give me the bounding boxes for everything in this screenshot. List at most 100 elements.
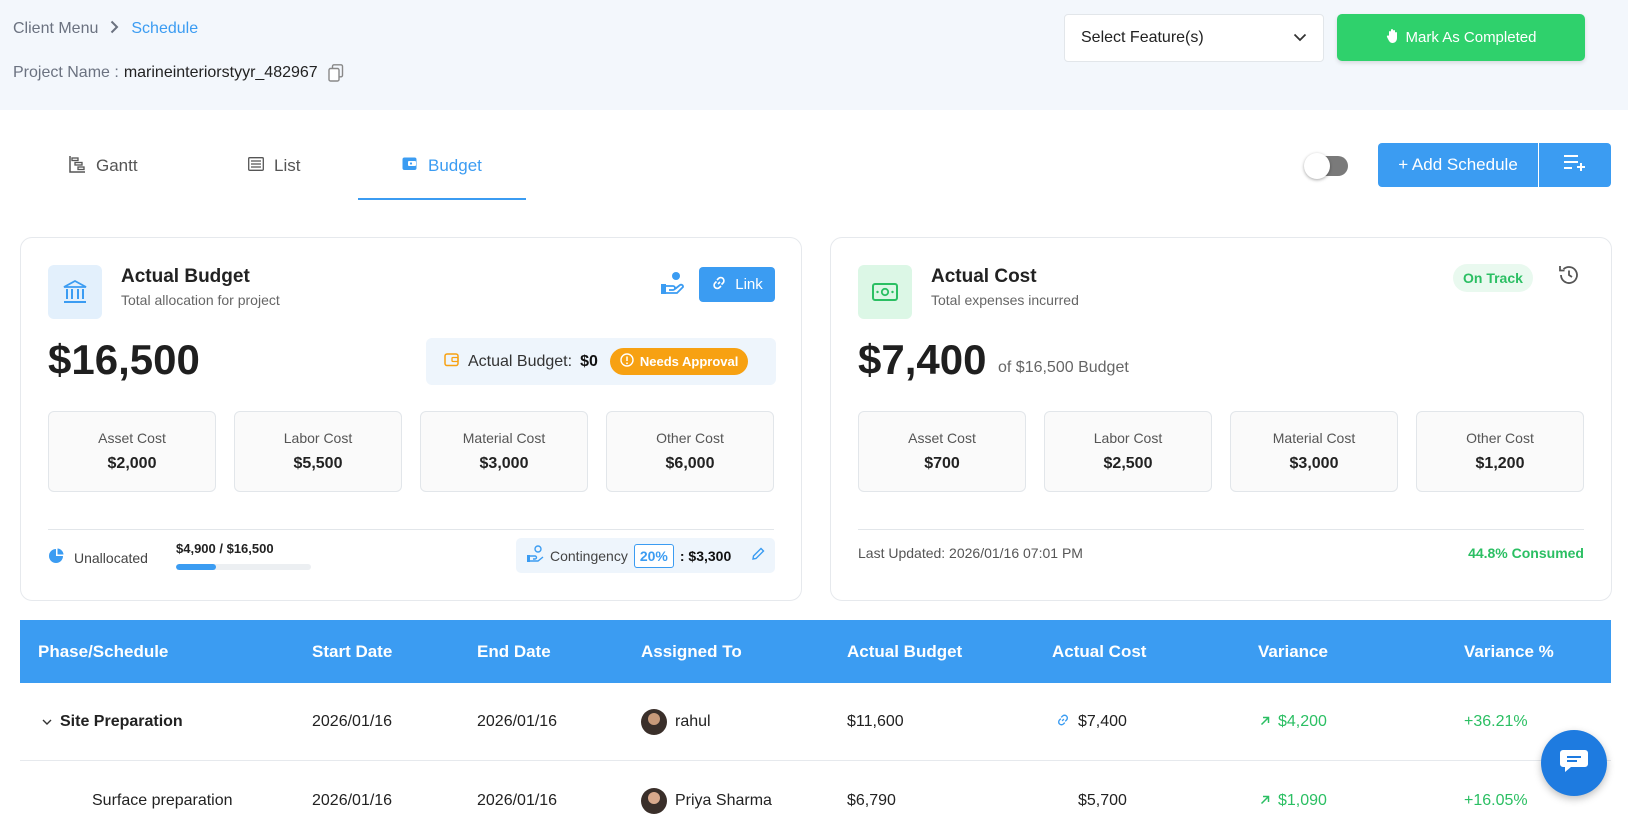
info-icon <box>620 353 634 370</box>
cost-label: Other Cost <box>1466 430 1534 446</box>
status-badge: On Track <box>1453 264 1533 292</box>
breadcrumb-client-menu[interactable]: Client Menu <box>13 20 98 38</box>
copy-icon[interactable] <box>327 64 344 82</box>
add-schedule-button[interactable]: + Add Schedule <box>1378 143 1538 187</box>
start-date-cell: 2026/01/16 <box>312 713 393 730</box>
actual-budget-subtitle: Total allocation for project <box>121 292 280 308</box>
col-variance[interactable]: Variance <box>1258 620 1328 683</box>
phase-name: Surface preparation <box>92 792 233 809</box>
cost-value: $2,500 <box>1103 455 1153 472</box>
actual-labor-cost: Labor Cost $2,500 <box>1044 411 1212 492</box>
cost-value: $5,700 <box>1078 792 1127 809</box>
end-date-cell: 2026/01/16 <box>477 713 558 730</box>
col-actual-cost[interactable]: Actual Cost <box>1052 620 1146 683</box>
toggle-knob <box>1304 153 1330 179</box>
actual-material-cost: Material Cost $3,000 <box>1230 411 1398 492</box>
cost-value: $3,000 <box>479 455 529 472</box>
tab-gantt[interactable]: Gantt <box>68 130 138 202</box>
link-button[interactable]: Link <box>699 267 775 302</box>
tab-list[interactable]: List <box>248 130 300 202</box>
actual-asset-cost: Asset Cost $700 <box>858 411 1026 492</box>
variance-percent-cell: +16.05% <box>1464 792 1528 809</box>
tab-budget[interactable]: Budget <box>402 130 482 202</box>
variance-cell: $4,200 <box>1260 683 1327 761</box>
view-toggle[interactable] <box>1304 153 1348 179</box>
needs-approval-badge[interactable]: Needs Approval <box>609 348 749 375</box>
hand-icon <box>1386 28 1400 48</box>
cost-label: Labor Cost <box>283 430 353 446</box>
mark-as-completed-button[interactable]: Mark As Completed <box>1337 14 1585 61</box>
cost-label: Material Cost <box>462 430 546 446</box>
actual-budget-card: Actual Budget Total allocation for proje… <box>20 237 802 601</box>
cost-label: Other Cost <box>656 430 724 446</box>
variance-percent-cell: +36.21% <box>1464 713 1528 730</box>
table-row[interactable]: Site Preparation 2026/01/16 2026/01/16 r… <box>20 683 1611 761</box>
breadcrumb-schedule[interactable]: Schedule <box>131 20 198 38</box>
breadcrumb: Client Menu Schedule <box>13 20 198 38</box>
col-variance-percent[interactable]: Variance % <box>1464 620 1554 683</box>
budget-table-header: Phase/Schedule Start Date End Date Assig… <box>20 620 1611 683</box>
contingency-percent[interactable]: 20% <box>633 543 674 568</box>
contingency-label: Contingency <box>550 547 628 564</box>
avatar <box>641 709 667 735</box>
pencil-icon[interactable] <box>751 547 765 564</box>
assignee-name: rahul <box>675 713 711 730</box>
col-phase-schedule[interactable]: Phase/Schedule <box>38 620 168 683</box>
add-list-icon <box>1563 154 1587 177</box>
cost-cell: $7,400 <box>1056 683 1127 761</box>
active-tab-indicator <box>358 198 526 200</box>
cost-label: Asset Cost <box>908 430 976 446</box>
col-start-date[interactable]: Start Date <box>312 620 392 683</box>
approval-label: Actual Budget: <box>468 352 573 370</box>
link-icon[interactable] <box>1056 713 1070 732</box>
actual-other-cost: Other Cost $1,200 <box>1416 411 1584 492</box>
col-assigned-to[interactable]: Assigned To <box>641 620 742 683</box>
budget-material-cost: Material Cost $3,000 <box>420 411 588 492</box>
wallet-icon <box>402 156 418 176</box>
budget-asset-cost: Asset Cost $2,000 <box>48 411 216 492</box>
chevron-down-icon <box>1293 29 1307 47</box>
chevron-down-icon[interactable] <box>42 713 52 731</box>
project-name-label: Project Name : <box>13 64 119 81</box>
start-date-cell: 2026/01/16 <box>312 792 393 809</box>
of-budget-text: of $16,500 Budget <box>998 359 1129 376</box>
phase-cell: Site Preparation <box>42 683 183 761</box>
approval-value: $0 <box>580 352 598 370</box>
schedule-options-button[interactable] <box>1539 143 1611 187</box>
list-icon <box>248 156 264 176</box>
wallet-outline-icon <box>444 352 460 372</box>
actual-cost-subtitle: Total expenses incurred <box>931 292 1079 308</box>
col-actual-budget[interactable]: Actual Budget <box>847 620 962 683</box>
cost-value: $2,000 <box>107 455 157 472</box>
assigned-cell: Priya Sharma <box>641 762 772 820</box>
hand-coin-icon[interactable] <box>659 270 685 301</box>
view-tabs: Gantt List Budget <box>40 130 540 202</box>
cost-cell: $5,700 <box>1078 762 1127 820</box>
unallocated: Unallocated <box>48 548 148 567</box>
chat-button[interactable] <box>1541 730 1607 796</box>
divider <box>858 529 1584 530</box>
tab-budget-label: Budget <box>428 156 482 175</box>
assigned-cell: rahul <box>641 683 711 761</box>
col-end-date[interactable]: End Date <box>477 620 551 683</box>
link-button-label: Link <box>735 276 763 293</box>
variance-value: $4,200 <box>1278 713 1327 730</box>
cost-value: $5,500 <box>293 455 343 472</box>
table-row[interactable]: Surface preparation 2026/01/16 2026/01/1… <box>20 762 1611 820</box>
tab-list-label: List <box>274 156 301 175</box>
bank-icon <box>48 265 102 319</box>
cost-value: $1,200 <box>1475 455 1525 472</box>
mark-as-completed-label: Mark As Completed <box>1405 29 1537 46</box>
feature-select[interactable]: Select Feature(s) <box>1064 14 1324 62</box>
arrow-up-right-icon <box>1260 713 1270 731</box>
contingency-amount: : $3,300 <box>679 547 732 564</box>
avatar <box>641 788 667 814</box>
needs-approval-label: Needs Approval <box>639 354 739 369</box>
pie-chart-icon <box>48 548 64 567</box>
budget-cell: $11,600 <box>847 713 904 730</box>
chat-icon <box>1559 748 1589 779</box>
cost-value: $6,000 <box>665 455 715 472</box>
contingency-icon <box>526 545 544 566</box>
history-icon[interactable] <box>1557 263 1581 292</box>
link-icon <box>711 275 727 295</box>
